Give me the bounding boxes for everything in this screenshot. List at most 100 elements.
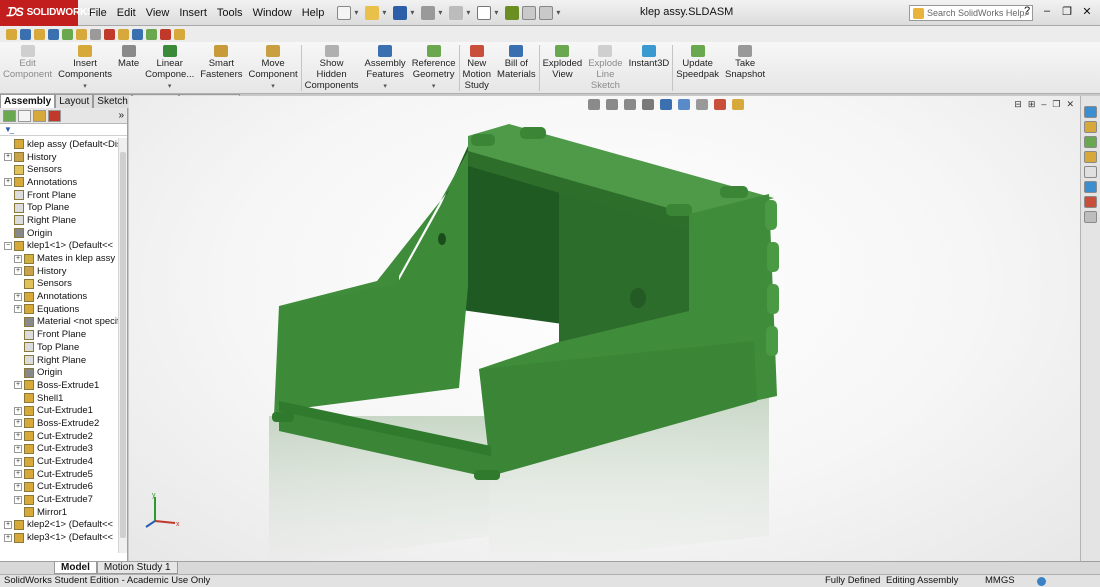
tree-item[interactable]: + Cut-Extrude7 bbox=[0, 493, 118, 506]
linear-compone-button[interactable]: Linear Compone... ▾ bbox=[142, 42, 197, 92]
menu-edit[interactable]: Edit bbox=[112, 7, 141, 19]
tree-item[interactable]: Right Plane bbox=[0, 214, 118, 227]
tab-sketch[interactable]: Sketch bbox=[93, 94, 132, 108]
tree-item[interactable]: + klep2<1> (Default<< bbox=[0, 519, 118, 532]
update-speedpak-button[interactable]: Update Speedpak bbox=[673, 42, 722, 80]
open-folder-icon[interactable] bbox=[365, 5, 380, 20]
tree-item[interactable]: + Equations bbox=[0, 303, 118, 316]
chevron-down-icon[interactable]: ▾ bbox=[432, 81, 436, 92]
rebuild-icon[interactable] bbox=[505, 5, 520, 20]
expand-toggle-icon[interactable]: + bbox=[14, 305, 22, 314]
chevron-down-icon[interactable]: ▾ bbox=[382, 8, 386, 17]
expand-toggle-icon[interactable]: + bbox=[14, 482, 22, 491]
design-library-icon[interactable] bbox=[1084, 121, 1097, 133]
menu-window[interactable]: Window bbox=[248, 7, 297, 19]
help-search-box[interactable]: Search SolidWorks Help ⌕ bbox=[909, 5, 1033, 21]
expand-toggle-icon[interactable]: + bbox=[14, 495, 22, 504]
tree-item[interactable]: Sensors bbox=[0, 278, 118, 291]
expand-toggle-icon[interactable]: + bbox=[4, 153, 12, 162]
help-status-icon[interactable] bbox=[1037, 577, 1046, 586]
expand-toggle-icon[interactable]: + bbox=[4, 178, 12, 187]
tree-item[interactable]: + Cut-Extrude4 bbox=[0, 455, 118, 468]
3d-model-render[interactable] bbox=[129, 96, 1080, 561]
menu-help[interactable]: Help bbox=[297, 7, 330, 19]
forum-icon[interactable] bbox=[1084, 211, 1097, 223]
help-search-input[interactable]: Search SolidWorks Help bbox=[927, 8, 1024, 18]
tree-item[interactable]: + Cut-Extrude3 bbox=[0, 443, 118, 456]
tree-item[interactable]: Front Plane bbox=[0, 189, 118, 202]
toolbar-small-icon[interactable] bbox=[132, 28, 143, 40]
menu-insert[interactable]: Insert bbox=[174, 7, 212, 19]
chevron-down-icon[interactable]: ▾ bbox=[494, 8, 498, 17]
tree-item[interactable]: Origin bbox=[0, 366, 118, 379]
toolbar-small-icon[interactable] bbox=[146, 28, 157, 40]
tree-item[interactable]: Front Plane bbox=[0, 328, 118, 341]
tree-item[interactable]: Sensors bbox=[0, 163, 118, 176]
toolbar-small-icon[interactable] bbox=[174, 28, 185, 40]
tree-item[interactable]: + Annotations bbox=[0, 176, 118, 189]
tree-item[interactable]: Shell1 bbox=[0, 392, 118, 405]
tree-item[interactable]: + Cut-Extrude6 bbox=[0, 481, 118, 494]
expand-toggle-icon[interactable]: + bbox=[14, 444, 22, 453]
scrollbar-thumb[interactable] bbox=[120, 152, 126, 538]
chevron-down-icon[interactable]: ▾ bbox=[383, 81, 387, 92]
tree-item[interactable]: Mirror1 bbox=[0, 506, 118, 519]
explode-line-sketch-button[interactable]: Explode Line Sketch bbox=[585, 42, 625, 91]
feature-tree-tab-icon[interactable] bbox=[3, 109, 16, 122]
move-component-button[interactable]: Move Component ▾ bbox=[246, 42, 301, 92]
select-cursor-icon[interactable] bbox=[477, 5, 492, 20]
tree-item[interactable]: − klep1<1> (Default<< bbox=[0, 240, 118, 253]
insert-components-button[interactable]: Insert Components ▾ bbox=[55, 42, 115, 92]
scenes-icon[interactable] bbox=[1084, 196, 1097, 208]
toolbar-small-icon[interactable] bbox=[104, 28, 115, 40]
expand-toggle-icon[interactable]: + bbox=[14, 457, 22, 466]
graphics-area[interactable]: ⊟ ⊞ – ❐ ✕ y x bbox=[129, 96, 1080, 561]
chevron-down-icon[interactable]: ▾ bbox=[83, 81, 87, 92]
save-icon[interactable] bbox=[393, 5, 408, 20]
tab-layout[interactable]: Layout bbox=[55, 94, 94, 108]
tree-item[interactable]: Right Plane bbox=[0, 354, 118, 367]
toolbar-small-icon[interactable] bbox=[90, 28, 101, 40]
tree-item[interactable]: Top Plane bbox=[0, 201, 118, 214]
toolbar-small-icon[interactable] bbox=[62, 28, 73, 40]
tree-item[interactable]: Material <not specifi bbox=[0, 316, 118, 329]
undo-icon[interactable] bbox=[449, 5, 464, 20]
close-icon[interactable]: ✕ bbox=[1080, 5, 1094, 18]
minimize-icon[interactable]: – bbox=[1040, 5, 1054, 18]
tab-motion-study-1[interactable]: Motion Study 1 bbox=[96, 562, 178, 574]
menu-file[interactable]: File bbox=[84, 7, 112, 19]
file-explorer-icon[interactable] bbox=[1084, 136, 1097, 148]
appearances-icon[interactable] bbox=[1084, 166, 1097, 178]
expand-toggle-icon[interactable]: + bbox=[14, 381, 22, 390]
toolbar-small-icon[interactable] bbox=[20, 28, 31, 40]
chevron-down-icon[interactable]: ▾ bbox=[438, 8, 442, 17]
print-icon[interactable] bbox=[421, 5, 436, 20]
toolbar-small-icon[interactable] bbox=[160, 28, 171, 40]
assembly-features-button[interactable]: Assembly Features ▾ bbox=[362, 42, 409, 92]
file-properties-icon[interactable] bbox=[522, 5, 537, 20]
display-manager-tab-icon[interactable] bbox=[48, 109, 61, 122]
expand-toggle-icon[interactable]: + bbox=[4, 520, 12, 529]
tree-item[interactable]: + Annotations bbox=[0, 290, 118, 303]
edit-component-button[interactable]: Edit Component bbox=[0, 42, 55, 80]
feature-tree-scrollbar[interactable] bbox=[118, 138, 127, 553]
tree-item[interactable]: + Boss-Extrude1 bbox=[0, 379, 118, 392]
tree-item[interactable]: + History bbox=[0, 151, 118, 164]
units-selector[interactable]: MMGS bbox=[985, 575, 1015, 587]
reference-geometry-button[interactable]: Reference Geometry ▾ bbox=[409, 42, 459, 92]
tree-item[interactable]: Top Plane bbox=[0, 341, 118, 354]
filter-icon[interactable]: ▼̲ bbox=[0, 124, 127, 136]
menu-tools[interactable]: Tools bbox=[212, 7, 248, 19]
tree-item[interactable]: + Cut-Extrude1 bbox=[0, 404, 118, 417]
toolbar-small-icon[interactable] bbox=[76, 28, 87, 40]
custom-properties-icon[interactable] bbox=[1084, 181, 1097, 193]
toolbar-small-icon[interactable] bbox=[34, 28, 45, 40]
expand-toggle-icon[interactable]: + bbox=[14, 267, 22, 276]
tree-item[interactable]: + klep3<1> (Default<< bbox=[0, 531, 118, 544]
configuration-manager-tab-icon[interactable] bbox=[33, 109, 46, 122]
show-hidden-components-button[interactable]: Show Hidden Components bbox=[302, 42, 362, 91]
toolbar-small-icon[interactable] bbox=[48, 28, 59, 40]
options-icon[interactable] bbox=[539, 5, 554, 20]
chevron-down-icon[interactable]: ▾ bbox=[168, 81, 172, 92]
tree-item[interactable]: + Mates in klep assy bbox=[0, 252, 118, 265]
